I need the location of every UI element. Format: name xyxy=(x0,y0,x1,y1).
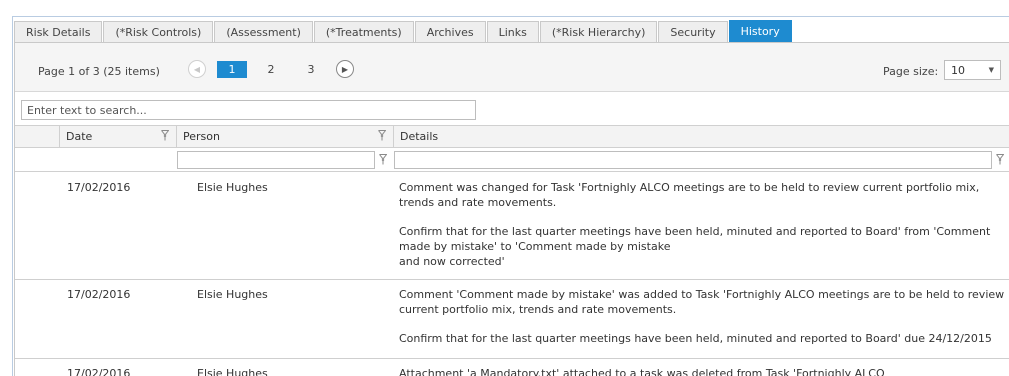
column-label-date: Date xyxy=(66,130,93,143)
table-row[interactable]: 17/02/2016 Elsie Hughes Comment 'Comment… xyxy=(15,280,1009,359)
history-grid: Date Person Details 17/02/2016 Elsie Hug… xyxy=(15,125,1009,376)
filter-row xyxy=(15,148,1009,172)
column-label-details: Details xyxy=(400,130,439,143)
row-person: Elsie Hughes xyxy=(197,367,268,376)
tab-security[interactable]: Security xyxy=(658,21,728,42)
row-details: Comment 'Comment made by mistake' was ad… xyxy=(399,287,1007,346)
row-person: Elsie Hughes xyxy=(197,288,268,301)
risk-history-window: Risk Details (*Risk Controls) (Assessmen… xyxy=(0,0,1009,376)
search-row xyxy=(15,92,1009,124)
row-person: Elsie Hughes xyxy=(197,181,268,194)
tab-bar: Risk Details (*Risk Controls) (Assessmen… xyxy=(14,20,793,42)
row-date: 17/02/2016 xyxy=(67,367,131,376)
person-filter-input[interactable] xyxy=(177,151,375,169)
tab-assessment[interactable]: (Assessment) xyxy=(214,21,313,42)
row-date: 17/02/2016 xyxy=(67,181,131,194)
row-date: 17/02/2016 xyxy=(67,288,131,301)
page-size-value: 10 xyxy=(951,64,965,77)
tab-risk-hierarchy[interactable]: (*Risk Hierarchy) xyxy=(539,21,658,42)
details-paragraph: Attachment 'a Mandatory.txt' attached to… xyxy=(399,367,885,376)
row-details: Attachment 'a Mandatory.txt' attached to… xyxy=(399,366,1007,376)
filter-funnel-icon[interactable] xyxy=(996,154,1004,165)
details-filter-input[interactable] xyxy=(394,151,992,169)
tab-links[interactable]: Links xyxy=(486,21,539,42)
filter-funnel-icon[interactable] xyxy=(161,130,169,141)
page-size-label: Page size: xyxy=(883,65,939,78)
column-header-person[interactable]: Person xyxy=(176,126,393,148)
tab-risk-controls[interactable]: (*Risk Controls) xyxy=(103,21,214,42)
tab-history[interactable]: History xyxy=(728,20,792,42)
tab-treatments[interactable]: (*Treatments) xyxy=(313,21,414,42)
filter-funnel-icon[interactable] xyxy=(379,154,387,165)
page-link-1[interactable]: 1 xyxy=(217,61,247,78)
page-link-3[interactable]: 3 xyxy=(306,61,316,78)
page-link-2[interactable]: 2 xyxy=(266,61,276,78)
circle-right-arrow-icon: ▶ xyxy=(341,64,349,74)
details-paragraph: Confirm that for the last quarter meetin… xyxy=(399,225,991,268)
next-page-button[interactable]: ▶ xyxy=(336,60,354,78)
table-row[interactable]: 17/02/2016 Elsie Hughes Attachment 'a Ma… xyxy=(15,359,1009,376)
filter-funnel-icon[interactable] xyxy=(378,130,386,141)
circle-left-arrow-icon: ◀ xyxy=(193,64,201,74)
pager-bar: Page 1 of 3 (25 items) ◀ 1 2 3 ▶ Page si… xyxy=(15,43,1009,92)
tab-risk-details[interactable]: Risk Details xyxy=(14,21,103,42)
column-label-person: Person xyxy=(183,130,220,143)
search-input[interactable] xyxy=(21,100,476,120)
tab-archives[interactable]: Archives xyxy=(414,21,486,42)
column-header-date[interactable]: Date xyxy=(59,126,176,148)
row-details: Comment was changed for Task 'Fortnighly… xyxy=(399,180,1007,269)
history-panel: Page 1 of 3 (25 items) ◀ 1 2 3 ▶ Page si… xyxy=(14,43,1009,376)
prev-page-button[interactable]: ◀ xyxy=(188,60,206,78)
details-paragraph: Confirm that for the last quarter meetin… xyxy=(399,332,992,345)
grid-header: Date Person Details xyxy=(15,125,1009,148)
table-row[interactable]: 17/02/2016 Elsie Hughes Comment was chan… xyxy=(15,173,1009,280)
pager-info: Page 1 of 3 (25 items) xyxy=(38,65,160,78)
details-paragraph: Comment 'Comment made by mistake' was ad… xyxy=(399,288,1005,316)
column-header-details[interactable]: Details xyxy=(393,126,1009,148)
details-paragraph: Comment was changed for Task 'Fortnighly… xyxy=(399,181,980,209)
chevron-down-icon: ▼ xyxy=(988,66,994,74)
page-size-select[interactable]: 10 ▼ xyxy=(944,60,1001,80)
